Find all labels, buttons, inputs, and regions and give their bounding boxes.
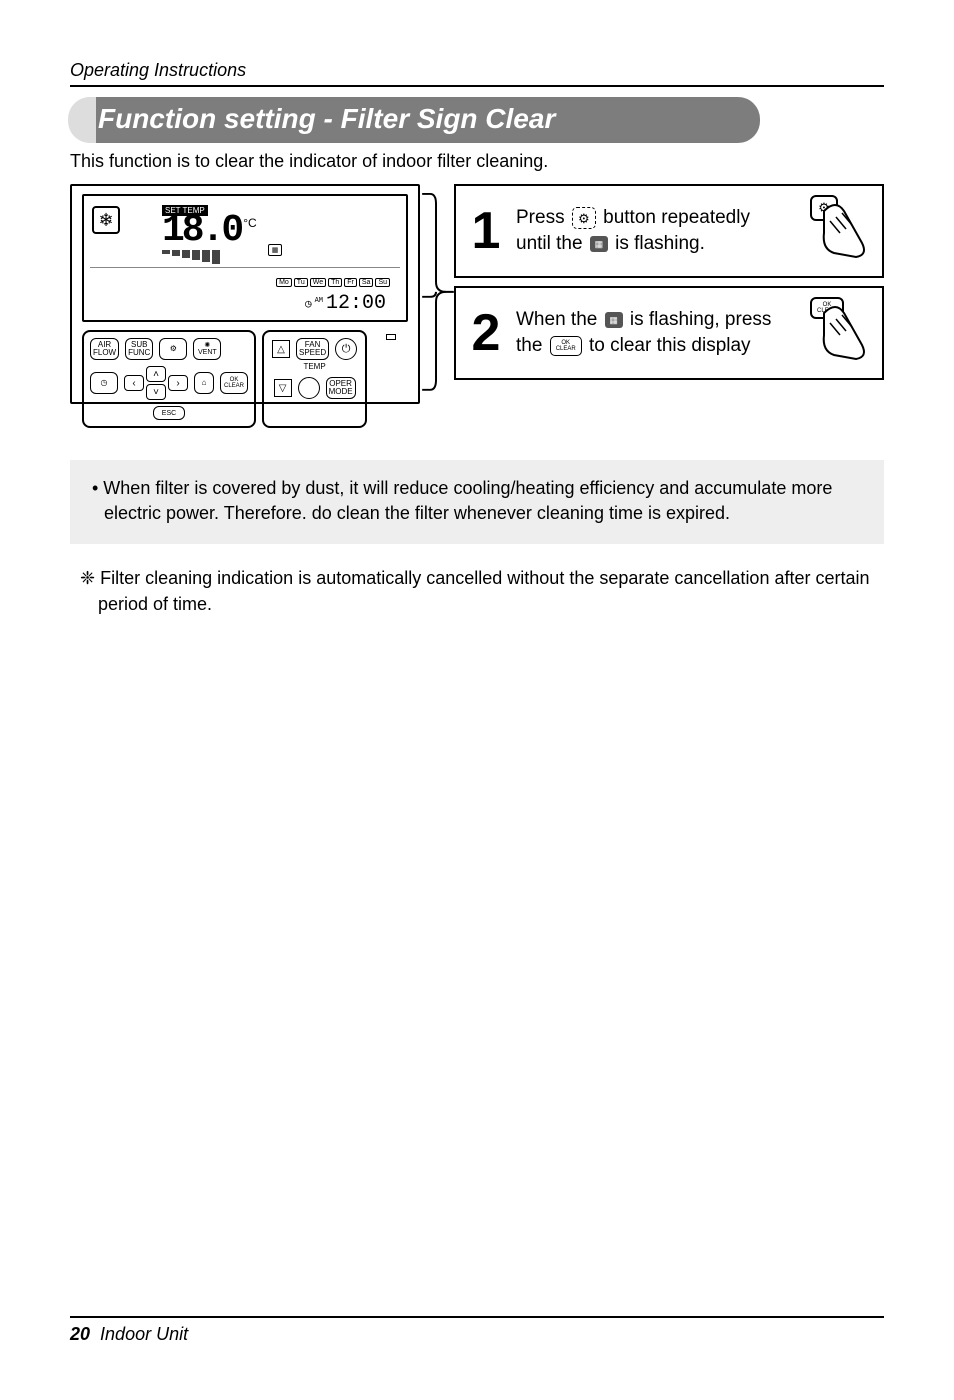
footer-rule	[70, 1316, 884, 1318]
main-row: ❄ SET TEMP 18.0 °C ▦ Mo Tu We	[70, 184, 884, 404]
day-we: We	[310, 278, 326, 287]
left-button-cluster: AIR FLOW SUB FUNC ⚙ ✺VENT ◷ ‹ ˄ ˅ ›	[82, 330, 256, 428]
step-2-text: When the ▦ is flashing, press the OK CLE…	[516, 307, 790, 358]
press-gear-illustration: ⚙	[800, 193, 870, 269]
ok-clear-icon: OK CLEAR	[550, 336, 582, 356]
clock-icon: ◷	[305, 297, 312, 311]
temp-down-button[interactable]: ▽	[274, 379, 292, 397]
fan-bars-icon	[162, 250, 257, 264]
day-tu: Tu	[294, 278, 308, 287]
right-cluster-top-row: △ FAN SPEED ⏻	[272, 338, 357, 360]
ok-clear-button[interactable]: OK CLEAR	[220, 372, 248, 394]
days-row: Mo Tu We Th Fr Sa Su	[276, 278, 390, 287]
clock-display: ◷ AM 12:00	[305, 292, 386, 315]
lcd-divider	[90, 267, 400, 268]
steps-column: 1 Press ⚙ button repeatedly until the ▦ …	[454, 184, 884, 380]
nav-left-button[interactable]: ‹	[124, 375, 144, 391]
day-th: Th	[328, 278, 342, 287]
header-operating-instructions: Operating Instructions	[70, 60, 884, 81]
temp-up-button[interactable]: △	[272, 340, 290, 358]
fan-speed-button[interactable]: FAN SPEED	[296, 338, 329, 360]
sub-func-button[interactable]: SUB FUNC	[125, 338, 153, 360]
right-cluster-bottom-row: ▽ OPER MODE	[274, 377, 356, 399]
mode-circle-button[interactable]	[298, 377, 320, 399]
footer-label: Indoor Unit	[100, 1324, 188, 1344]
remote-lcd: ❄ SET TEMP 18.0 °C ▦ Mo Tu We	[82, 194, 408, 322]
step-1-number: 1	[466, 201, 506, 261]
banner-title: Function setting - Filter Sign Clear	[98, 103, 555, 134]
nav-up-button[interactable]: ˄	[146, 366, 166, 382]
right-button-cluster: △ FAN SPEED ⏻ TEMP ▽ OPER MODE	[262, 330, 367, 428]
step-2-panel: 2 When the ▦ is flashing, press the OK C…	[454, 286, 884, 380]
section-banner: Function setting - Filter Sign Clear	[70, 97, 760, 143]
filter-sign-icon: ▦	[590, 236, 608, 252]
step-1-post: is flashing.	[615, 233, 705, 254]
intro-text: This function is to clear the indicator …	[70, 151, 884, 172]
remote-illustration: ❄ SET TEMP 18.0 °C ▦ Mo Tu We	[70, 184, 420, 404]
left-cluster-bottom-row: ◷ ‹ ˄ ˅ › ⌂ OK CLEAR	[90, 366, 248, 400]
page-number: 20	[70, 1324, 90, 1344]
vent-label: VENT	[198, 349, 217, 356]
lcd-inner: ❄ SET TEMP 18.0 °C ▦ Mo Tu We	[90, 200, 400, 316]
step-1-pre: Press	[516, 207, 570, 228]
day-mo: Mo	[276, 278, 292, 287]
header-rule	[70, 85, 884, 87]
temp-value: 18.0	[162, 216, 241, 246]
timer-button[interactable]: ◷	[90, 372, 118, 394]
button-area: AIR FLOW SUB FUNC ⚙ ✺VENT ◷ ‹ ˄ ˅ ›	[82, 330, 408, 428]
step-2-number: 2	[466, 303, 506, 363]
filter-sign-icon: ▦	[605, 312, 623, 328]
connector-bracket-icon	[420, 184, 454, 396]
press-okclear-illustration: OK CLEAR	[800, 295, 870, 371]
settings-gear-button[interactable]: ⚙	[159, 338, 187, 360]
note-bullet-text: • When filter is covered by dust, it wil…	[92, 476, 866, 526]
temp-unit: °C	[243, 216, 256, 230]
day-fr: Fr	[344, 278, 357, 287]
extra-note-text: ❈ Filter cleaning indication is automati…	[70, 566, 884, 616]
step-2-post: to clear this display	[589, 335, 751, 356]
clear-label: CLEAR	[224, 383, 244, 389]
step-1-panel: 1 Press ⚙ button repeatedly until the ▦ …	[454, 184, 884, 278]
footer-text: 20 Indoor Unit	[70, 1324, 884, 1345]
clock-am: AM	[315, 297, 323, 305]
bracket-svg	[420, 188, 454, 396]
step-1-text: Press ⚙ button repeatedly until the ▦ is…	[516, 205, 790, 256]
temp-label: TEMP	[303, 362, 325, 371]
temp-block: SET TEMP 18.0 °C	[162, 204, 257, 264]
home-button[interactable]: ⌂	[194, 372, 214, 394]
page-footer: 20 Indoor Unit	[70, 1316, 884, 1345]
day-su: Su	[375, 278, 390, 287]
esc-button[interactable]: ESC	[153, 406, 185, 420]
filter-indicator-icon: ▦	[268, 244, 282, 256]
oper-mode-button[interactable]: OPER MODE	[326, 377, 356, 399]
nav-cluster: ‹ ˄ ˅ ›	[124, 366, 188, 400]
left-cluster-top-row: AIR FLOW SUB FUNC ⚙ ✺VENT	[90, 338, 248, 360]
nav-down-button[interactable]: ˅	[146, 384, 166, 400]
day-sa: Sa	[359, 278, 374, 287]
step-2-pre: When the	[516, 309, 603, 330]
cool-mode-icon: ❄	[92, 206, 120, 234]
gear-icon: ⚙	[572, 207, 596, 229]
power-button[interactable]: ⏻	[335, 338, 357, 360]
air-flow-button[interactable]: AIR FLOW	[90, 338, 119, 360]
note-box: • When filter is covered by dust, it wil…	[70, 460, 884, 544]
vent-button[interactable]: ✺VENT	[193, 338, 221, 360]
clock-time: 12:00	[326, 292, 386, 315]
nav-right-button[interactable]: ›	[168, 375, 188, 391]
ok-clear-bottom: CLEAR	[556, 346, 576, 352]
